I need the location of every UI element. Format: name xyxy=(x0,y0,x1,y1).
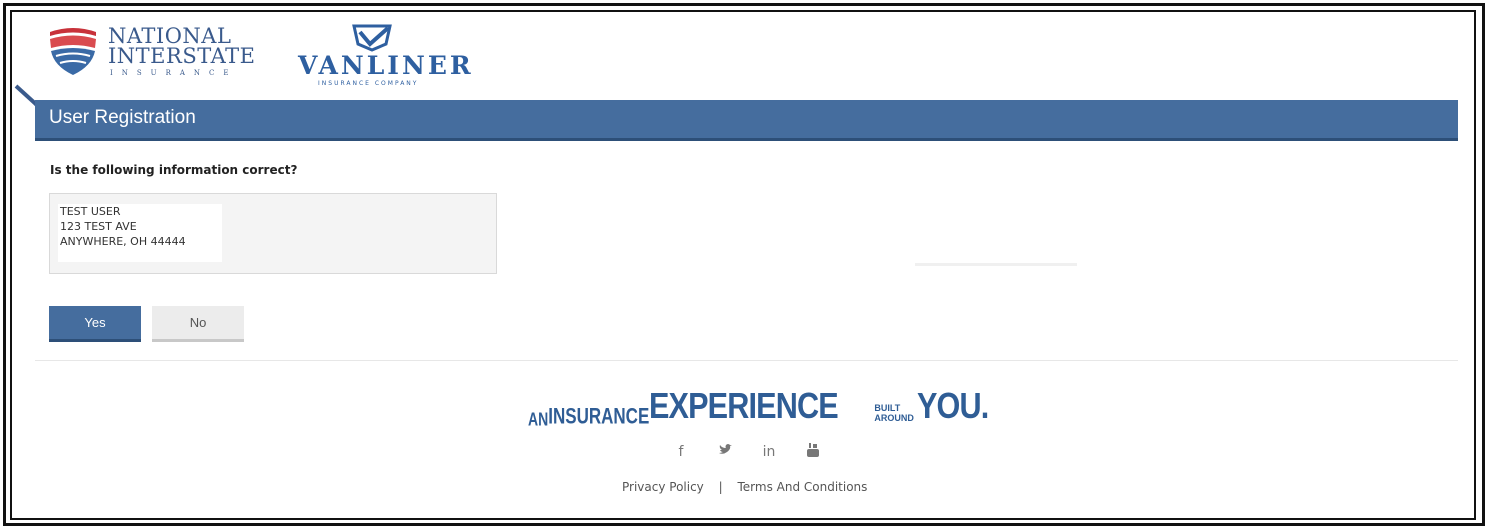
yes-button[interactable]: Yes xyxy=(49,306,141,342)
social-links: f in xyxy=(670,442,840,462)
vanliner-logo[interactable]: VANLINER INSURANCE COMPANY xyxy=(298,24,474,87)
page-title-bar: User Registration xyxy=(35,100,1458,141)
ni-logo-line3: INSURANCE xyxy=(110,69,238,77)
no-button[interactable]: No xyxy=(152,306,244,342)
checkmark-flag-icon xyxy=(352,24,392,52)
tagline-insurance: INSURANCE xyxy=(548,404,650,429)
tagline-built: BUILT xyxy=(874,403,901,413)
tagline-built-around: BUILT AROUND xyxy=(874,403,914,423)
tagline-experience: EXPERIENCE xyxy=(649,385,839,426)
confirmation-question: Is the following information correct? xyxy=(50,163,298,177)
tagline-around: AROUND xyxy=(874,413,914,423)
twitter-icon[interactable] xyxy=(714,444,736,460)
shield-icon xyxy=(50,28,96,75)
faint-divider xyxy=(915,263,1077,266)
terms-link[interactable]: Terms And Conditions xyxy=(737,480,867,494)
tagline-an: AN xyxy=(528,408,549,430)
vanliner-wordmark: VANLINER xyxy=(298,51,474,80)
address-city: ANYWHERE, OH 44444 xyxy=(60,235,186,248)
ni-logo-line1: NATIONAL xyxy=(108,24,232,48)
ni-logo-line2: INTERSTATE xyxy=(108,44,256,68)
privacy-policy-link[interactable]: Privacy Policy xyxy=(622,480,704,494)
tagline-logo: AN INSURANCE EXPERIENCE BUILT AROUND YOU… xyxy=(528,382,989,430)
tagline-you: YOU. xyxy=(916,385,989,426)
address-name: TEST USER xyxy=(60,205,121,218)
footer-links: Privacy Policy | Terms And Conditions xyxy=(622,480,867,494)
address-street: 123 TEST AVE xyxy=(60,220,137,233)
address-box: TEST USER 123 TEST AVE ANYWHERE, OH 4444… xyxy=(49,193,497,274)
footer-divider xyxy=(35,360,1458,361)
national-interstate-logo[interactable]: NATIONAL INTERSTATE INSURANCE xyxy=(48,26,255,78)
linkedin-icon[interactable]: in xyxy=(758,444,780,460)
page-title: User Registration xyxy=(49,107,196,128)
youtube-icon[interactable] xyxy=(802,442,824,462)
address-text: TEST USER 123 TEST AVE ANYWHERE, OH 4444… xyxy=(58,204,222,262)
vanliner-subtitle: INSURANCE COMPANY xyxy=(318,80,419,87)
facebook-icon[interactable]: f xyxy=(670,444,692,460)
footer-separator: | xyxy=(718,480,723,494)
